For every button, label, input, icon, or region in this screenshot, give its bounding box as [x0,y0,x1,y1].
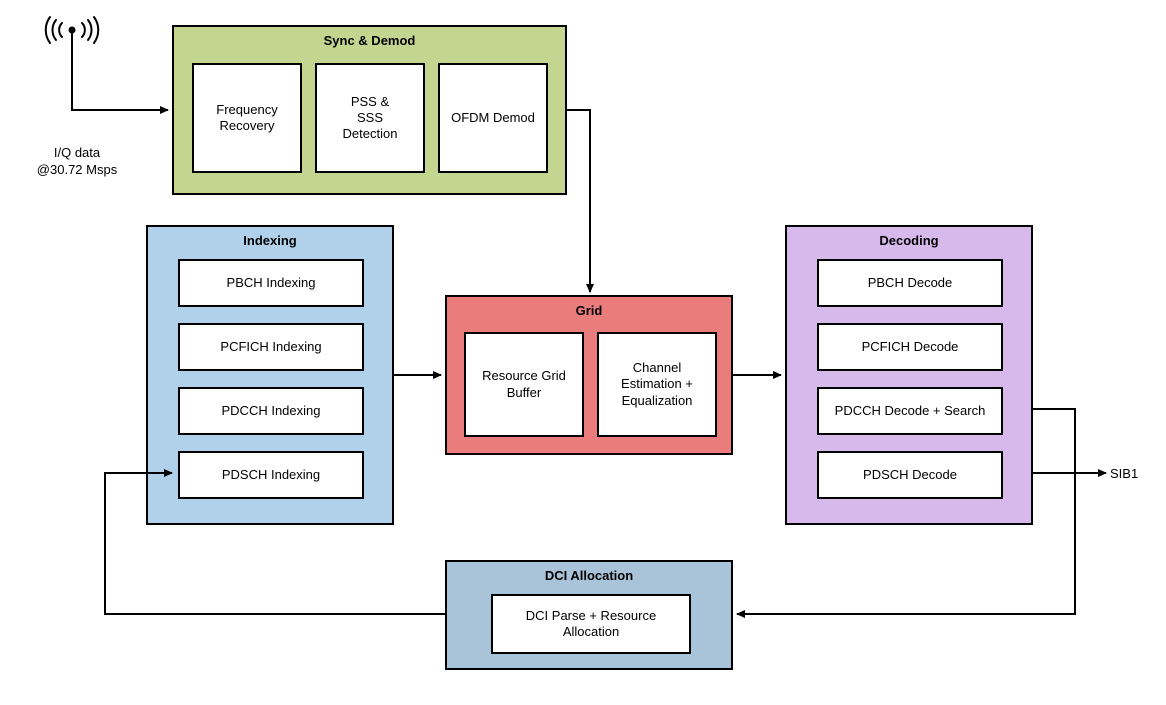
group-grid: Grid Resource Grid Buffer Channel Estima… [445,295,733,455]
box-pcfich-indexing: PCFICH Indexing [178,323,364,371]
group-title-indexing: Indexing [148,233,392,248]
box-pdcch-decode: PDCCH Decode + Search [817,387,1003,435]
box-channel-estimation: Channel Estimation + Equalization [597,332,717,437]
antenna-icon [42,15,102,100]
box-pdcch-indexing: PDCCH Indexing [178,387,364,435]
box-pbch-decode: PBCH Decode [817,259,1003,307]
diagram-canvas: I/Q data @30.72 Msps Sync & Demod Freque… [0,0,1166,705]
group-title-decoding: Decoding [787,233,1031,248]
output-label-sib1: SIB1 [1110,466,1138,483]
box-dci-parse: DCI Parse + Resource Allocation [491,594,691,654]
box-pdsch-indexing: PDSCH Indexing [178,451,364,499]
group-decoding: Decoding PBCH Decode PCFICH Decode PDCCH… [785,225,1033,525]
box-resource-grid-buffer: Resource Grid Buffer [464,332,584,437]
box-pbch-indexing: PBCH Indexing [178,259,364,307]
group-sync-demod: Sync & Demod Frequency Recovery PSS & SS… [172,25,567,195]
group-title-grid: Grid [447,303,731,318]
box-pss-sss-detection: PSS & SSS Detection [315,63,425,173]
group-dci: DCI Allocation DCI Parse + Resource Allo… [445,560,733,670]
box-pcfich-decode: PCFICH Decode [817,323,1003,371]
box-ofdm-demod: OFDM Demod [438,63,548,173]
antenna-label: I/Q data @30.72 Msps [22,145,132,179]
group-title-dci: DCI Allocation [447,568,731,583]
group-indexing: Indexing PBCH Indexing PCFICH Indexing P… [146,225,394,525]
group-title-sync: Sync & Demod [174,33,565,48]
box-frequency-recovery: Frequency Recovery [192,63,302,173]
box-pdsch-decode: PDSCH Decode [817,451,1003,499]
